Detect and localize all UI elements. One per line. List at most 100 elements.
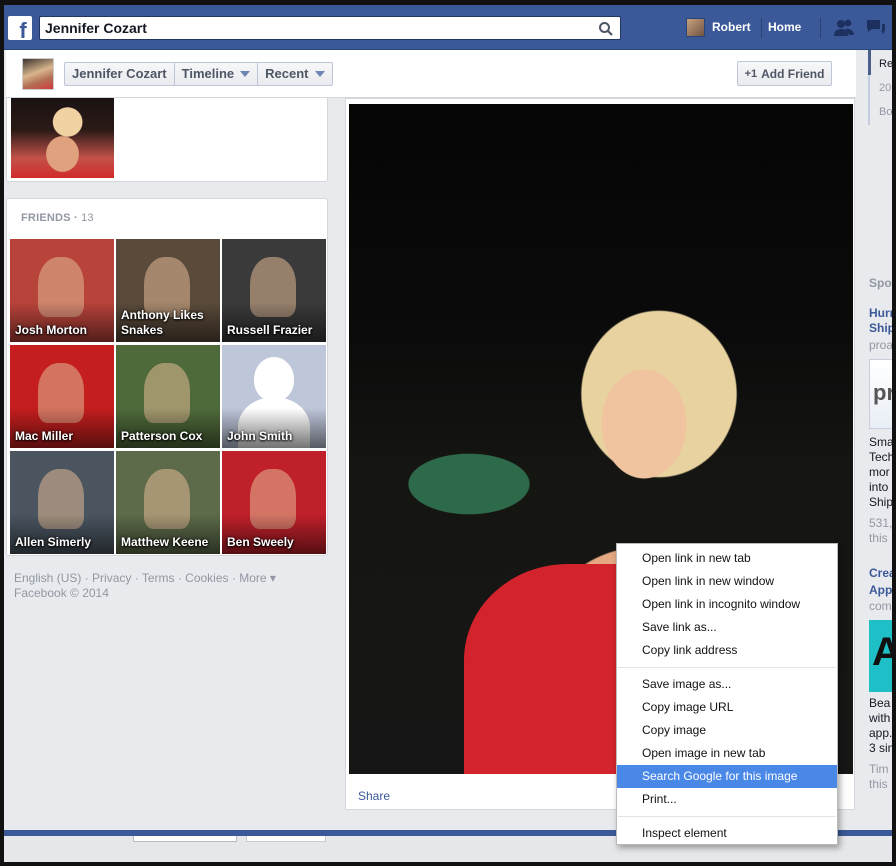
- context-menu-item[interactable]: Copy link address: [617, 639, 837, 662]
- chat-tab[interactable]: [133, 836, 237, 842]
- ad2-body-line: Bea: [869, 696, 891, 710]
- ad2-body-line: app.: [869, 726, 892, 740]
- context-menu-item[interactable]: Print...: [617, 788, 837, 811]
- footer-copyright: Facebook © 2014: [14, 586, 109, 600]
- friends-heading-label: FRIENDS: [21, 212, 71, 224]
- friend-tile[interactable]: John Smith: [222, 345, 326, 448]
- nav-divider: [820, 18, 821, 38]
- footer-terms-link[interactable]: Terms: [142, 571, 175, 585]
- context-menu-item[interactable]: Open link in new window: [617, 570, 837, 593]
- search-box[interactable]: [39, 16, 621, 40]
- ad2-logo-text: A: [872, 630, 892, 674]
- home-link[interactable]: Home: [768, 20, 801, 34]
- rail-year-item[interactable]: Bo: [879, 106, 892, 118]
- ad2-source[interactable]: com: [869, 599, 892, 614]
- ad1-stats-line: 531,: [869, 516, 892, 530]
- context-menu-item[interactable]: Inspect element: [617, 822, 837, 845]
- friend-tile[interactable]: Josh Morton: [10, 239, 114, 342]
- friends-heading-separator: ·: [70, 212, 82, 224]
- recent-dropdown[interactable]: Recent: [258, 63, 331, 85]
- context-menu-item[interactable]: Open image in new tab: [617, 742, 837, 765]
- ad1-stats-line: this: [869, 531, 888, 545]
- search-input[interactable]: [45, 19, 585, 37]
- context-menu-item[interactable]: Open link in incognito window: [617, 593, 837, 616]
- context-menu-item[interactable]: Save link as...: [617, 616, 837, 639]
- search-icon[interactable]: [598, 21, 614, 37]
- chevron-down-icon: [314, 71, 325, 77]
- recent-label: Recent: [265, 66, 309, 81]
- share-link[interactable]: Share: [358, 789, 390, 803]
- ad2-body-line: with: [869, 711, 891, 725]
- timeline-label: Timeline: [181, 66, 235, 81]
- timeline-nav-buttons: Jennifer Cozart Timeline Recent: [64, 62, 333, 86]
- context-menu-item[interactable]: Open link in new tab: [617, 547, 837, 570]
- add-friend-icon: +1: [744, 67, 758, 80]
- rail-year-item[interactable]: 20: [879, 82, 891, 94]
- default-avatar-icon: [254, 357, 294, 401]
- context-menu-item[interactable]: Copy image: [617, 719, 837, 742]
- friend-tile[interactable]: Russell Frazier: [222, 239, 326, 342]
- ad2-stats-line: this: [869, 777, 888, 791]
- friend-name: Russell Frazier: [227, 323, 313, 337]
- ad1-title-line[interactable]: Ship: [869, 321, 892, 336]
- timeline-dropdown[interactable]: Timeline: [175, 63, 259, 85]
- friend-tile[interactable]: Allen Simerly: [10, 451, 114, 554]
- ad2-title-line[interactable]: App: [869, 583, 892, 598]
- friends-heading[interactable]: FRIENDS · 13: [21, 212, 94, 224]
- footer-dot: ·: [131, 571, 142, 585]
- chevron-down-icon: [240, 71, 251, 77]
- messages-icon[interactable]: [865, 18, 887, 38]
- profile-photo[interactable]: [11, 98, 114, 178]
- footer-language-link[interactable]: English (US): [14, 571, 81, 585]
- friend-name: Allen Simerly: [15, 535, 92, 549]
- rail-year-item[interactable]: Re: [879, 58, 892, 70]
- friend-tile[interactable]: Patterson Cox: [116, 345, 220, 448]
- context-menu: Open link in new tab Open link in new win…: [616, 543, 838, 845]
- add-friend-button[interactable]: +1 Add Friend: [737, 61, 832, 86]
- timeline-header-bar: Jennifer Cozart Timeline Recent +1 Add F…: [6, 50, 856, 98]
- top-navigation-bar: f Robert Home: [4, 5, 892, 50]
- user-avatar[interactable]: [686, 18, 705, 37]
- ad1-source[interactable]: proa: [869, 338, 892, 353]
- friend-tile[interactable]: Ben Sweely: [222, 451, 326, 554]
- right-rail: Re 20 Bo Spo Hurr Ship proa pr Sma Tech …: [858, 50, 892, 835]
- chat-tab[interactable]: [246, 836, 326, 842]
- friends-card: FRIENDS · 13 Josh Morton Anthony Likes Sn…: [6, 198, 328, 556]
- friend-name: Matthew Keene: [121, 535, 209, 549]
- context-menu-item[interactable]: Copy image URL: [617, 696, 837, 719]
- user-name-link[interactable]: Robert: [712, 20, 751, 34]
- ad1-image[interactable]: pr: [869, 359, 892, 429]
- footer-more-link[interactable]: More: [239, 571, 266, 585]
- ad1-body-line: Tech: [869, 450, 892, 464]
- profile-thumbnail[interactable]: [22, 58, 54, 90]
- footer-privacy-link[interactable]: Privacy: [92, 571, 131, 585]
- rail-year-nav: Re 20 Bo: [868, 50, 892, 125]
- profile-name-label: Jennifer Cozart: [72, 66, 167, 81]
- facebook-logo-icon[interactable]: f: [8, 16, 32, 40]
- footer-cookies-link[interactable]: Cookies: [185, 571, 228, 585]
- ad1-body-line: mor: [869, 465, 890, 479]
- friends-count: 13: [81, 212, 94, 224]
- profile-photos-card: [6, 98, 328, 182]
- ad2-image[interactable]: A: [869, 620, 892, 692]
- ad1-logo-text: pr: [873, 380, 892, 405]
- friend-tile[interactable]: Anthony Likes Snakes: [116, 239, 220, 342]
- friend-name: Ben Sweely: [227, 535, 294, 549]
- footer-links: English (US) · Privacy · Terms · Cookies…: [14, 571, 276, 601]
- ad2-title-line[interactable]: Crea: [869, 566, 892, 581]
- context-menu-item[interactable]: Save image as...: [617, 673, 837, 696]
- ad1-title-line[interactable]: Hurr: [869, 306, 892, 321]
- ad1-body-line: into: [869, 480, 889, 494]
- friend-name: Josh Morton: [15, 323, 87, 337]
- footer-dot: ·: [228, 571, 240, 585]
- ad1-body-line: Sma: [869, 435, 892, 449]
- nav-divider: [761, 18, 762, 38]
- friend-tile[interactable]: Mac Miller: [10, 345, 114, 448]
- footer-dot: ·: [81, 571, 93, 585]
- add-friend-label: Add Friend: [761, 66, 825, 81]
- friend-tile[interactable]: Matthew Keene: [116, 451, 220, 554]
- context-menu-item[interactable]: Search Google for this image: [617, 765, 837, 788]
- friend-requests-icon[interactable]: [833, 18, 855, 38]
- ad2-stats-line: Tim: [869, 762, 889, 776]
- profile-name-button[interactable]: Jennifer Cozart: [65, 63, 175, 85]
